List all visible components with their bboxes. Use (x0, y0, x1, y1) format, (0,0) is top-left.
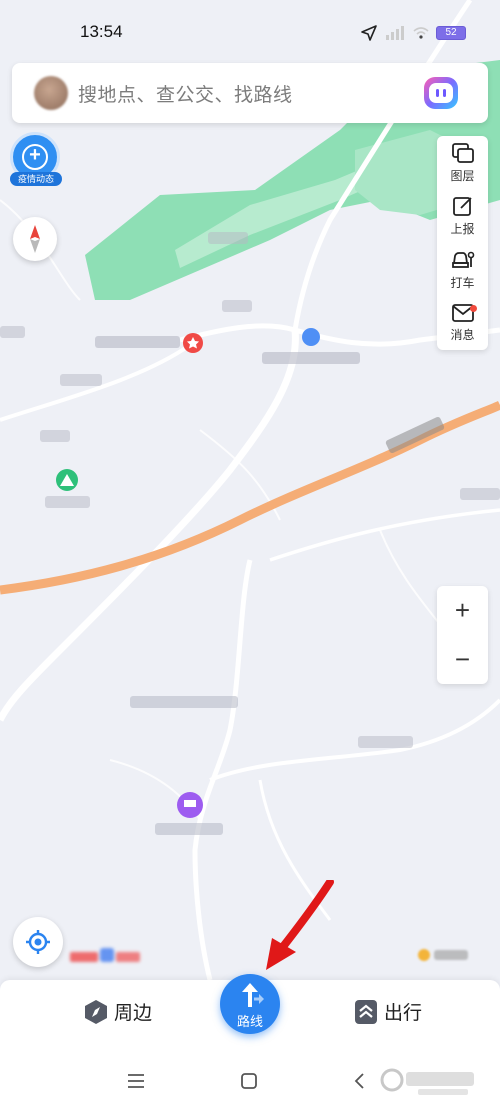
hexagon-compass-icon (85, 999, 107, 1024)
nearby-button[interactable]: 周边 (84, 998, 152, 1025)
travel-label: 出行 (384, 1003, 423, 1024)
avatar[interactable] (34, 76, 68, 110)
layers-label: 图层 (450, 168, 475, 183)
crosshair-icon (26, 930, 50, 954)
message-label: 消息 (450, 328, 475, 343)
search-bar[interactable]: 搜地点、查公交、找路线 (12, 63, 488, 123)
battery-indicator: 52 (436, 26, 466, 40)
poi-blue-marker (302, 328, 320, 346)
taxi-icon (451, 251, 474, 268)
epidemic-label: 疫情动态 (10, 172, 62, 186)
report-label: 上报 (450, 222, 475, 237)
road-southeast (209, 698, 500, 782)
unread-dot (470, 304, 477, 312)
route-arrow-icon (242, 983, 264, 1007)
map-canvas[interactable] (0, 0, 500, 980)
locate-me-button[interactable] (13, 917, 63, 967)
search-input[interactable]: 搜地点、查公交、找路线 (78, 80, 293, 107)
route-button[interactable]: 路线 (220, 974, 280, 1034)
epidemic-info-button[interactable]: + 疫情动态 (10, 132, 62, 186)
compass-icon (30, 225, 40, 253)
main-road (0, 329, 299, 722)
zoom-out-button[interactable]: − (437, 635, 488, 684)
zoom-controls: + − (437, 586, 488, 684)
layers-button[interactable]: 图层 (437, 136, 488, 190)
taxi-button[interactable]: 打车 (437, 243, 488, 297)
map-tools-panel: 图层 上报 打车 消息 (437, 136, 488, 350)
status-time: 13:54 (80, 22, 123, 41)
map-logo-blurred (70, 948, 140, 962)
taxi-label: 打车 (450, 275, 475, 290)
status-bar: 13:54 52 (0, 0, 500, 60)
travel-button[interactable]: 出行 (354, 998, 422, 1025)
layers-icon (451, 142, 474, 163)
map-graphics (0, 0, 500, 980)
report-button[interactable]: 上报 (437, 190, 488, 244)
nearby-label: 周边 (114, 1003, 153, 1024)
travel-icon (355, 999, 377, 1024)
menu-icon[interactable] (126, 1072, 146, 1090)
compass-button[interactable] (13, 217, 57, 261)
status-icons: 52 (360, 24, 466, 42)
road-east2 (269, 508, 500, 562)
zoom-in-button[interactable]: + (437, 586, 488, 635)
signal-icon (386, 26, 404, 40)
home-icon[interactable] (240, 1072, 258, 1090)
location-arrow-icon (361, 25, 377, 41)
watermark-logo (380, 1068, 474, 1095)
back-icon[interactable] (352, 1072, 366, 1090)
wifi-icon (413, 27, 429, 39)
voice-assistant-icon[interactable] (424, 77, 458, 109)
report-icon (452, 197, 472, 217)
annotation-arrow (266, 880, 334, 970)
route-label: 路线 (236, 1014, 263, 1029)
weather-indicator-blurred (418, 949, 468, 961)
message-button[interactable]: 消息 (437, 297, 488, 351)
